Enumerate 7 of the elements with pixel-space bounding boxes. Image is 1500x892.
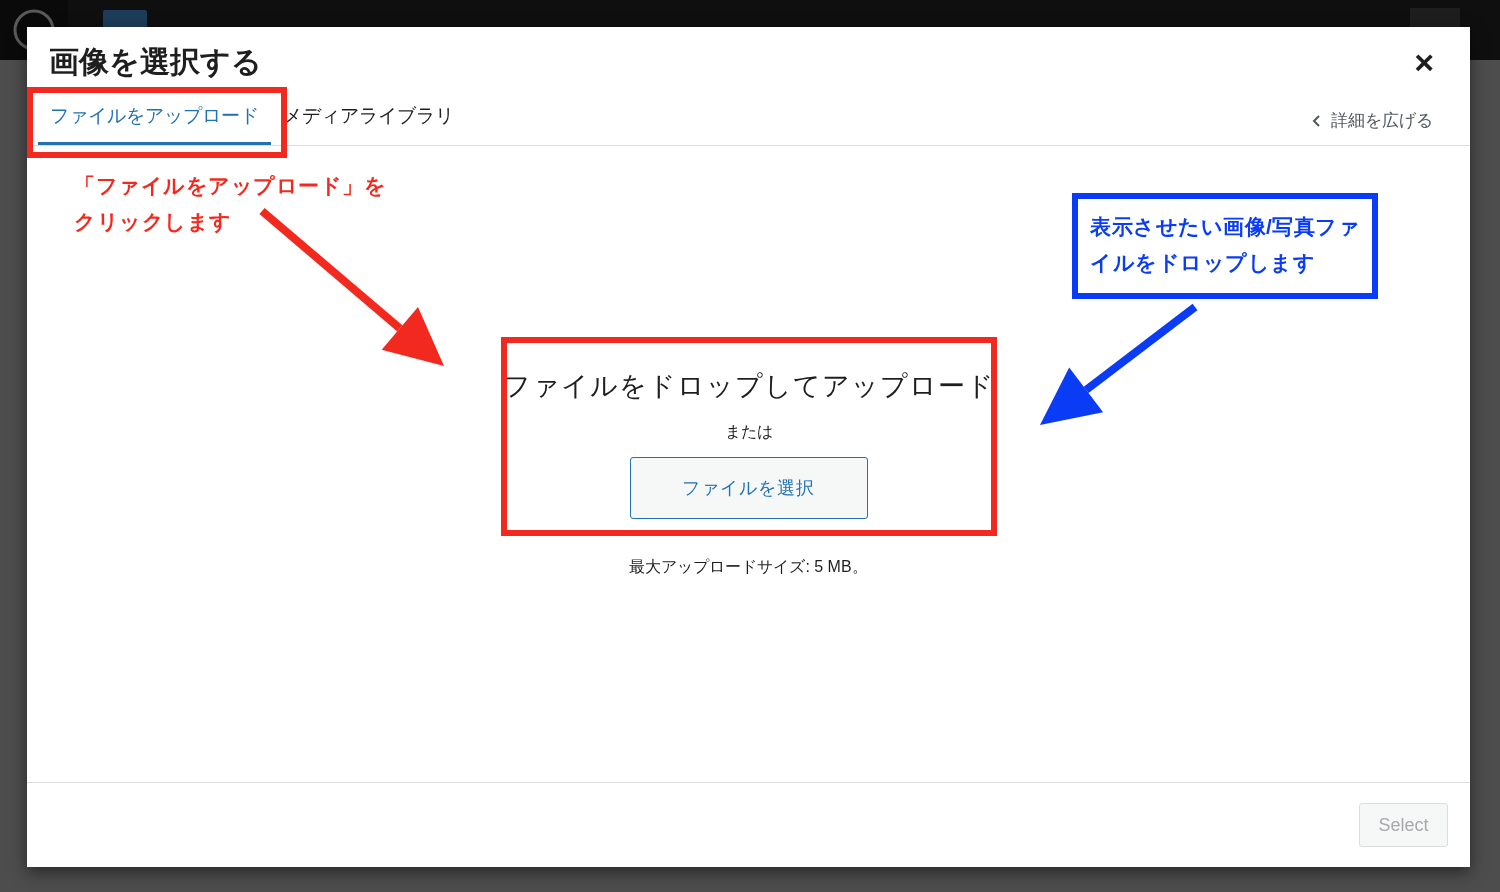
modal-title: 画像を選択する xyxy=(49,43,263,80)
drop-heading: ファイルをドロップしてアップロード xyxy=(502,370,995,403)
callout-text: 「ファイルをアップロード」を クリックします xyxy=(74,173,386,235)
max-size-note: 最大アップロードサイズ: 5 MB。 xyxy=(629,557,868,577)
callout-text: イルをドロップします xyxy=(1090,250,1316,276)
callout-text: 表示させたい画像/写真ファ xyxy=(1090,214,1361,240)
or-label: または xyxy=(724,422,773,442)
